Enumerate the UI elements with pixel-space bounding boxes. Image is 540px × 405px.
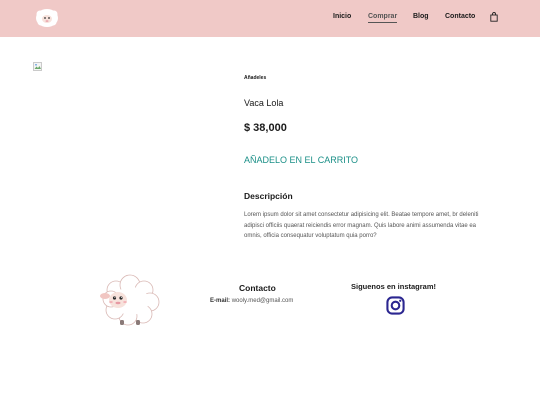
nav-inicio[interactable]: Inicio: [333, 13, 351, 20]
instagram-title: Siguenos en instagram!: [351, 282, 437, 291]
email-value: wooly.med@gmail.com: [231, 298, 294, 304]
add-to-cart-button[interactable]: AÑADELO EN EL CARRITO: [244, 155, 358, 165]
nav-blog[interactable]: Blog: [413, 13, 429, 20]
sheep-logo-icon[interactable]: [34, 7, 60, 29]
broken-image-icon: [33, 62, 42, 71]
footer-email: E-mail: wooly.med@gmail.com: [210, 298, 293, 304]
product-category: Añadeles: [244, 75, 267, 81]
top-navbar: Inicio Comprar Blog Contacto: [0, 0, 540, 37]
sheep-mascot-icon: [100, 274, 160, 326]
description-title: Descripción: [244, 191, 293, 201]
email-label: E-mail:: [210, 298, 231, 304]
nav-comprar[interactable]: Comprar: [368, 13, 398, 23]
product-price: $ 38,000: [244, 122, 287, 134]
nav-contacto[interactable]: Contacto: [445, 13, 475, 20]
instagram-icon[interactable]: [386, 296, 405, 315]
description-text: Lorem ipsum dolor sit amet consectetur a…: [244, 212, 479, 239]
product-name: Vaca Lola: [244, 98, 284, 108]
shopping-bag-icon[interactable]: [490, 12, 498, 22]
footer-contact-title: Contacto: [239, 283, 276, 293]
